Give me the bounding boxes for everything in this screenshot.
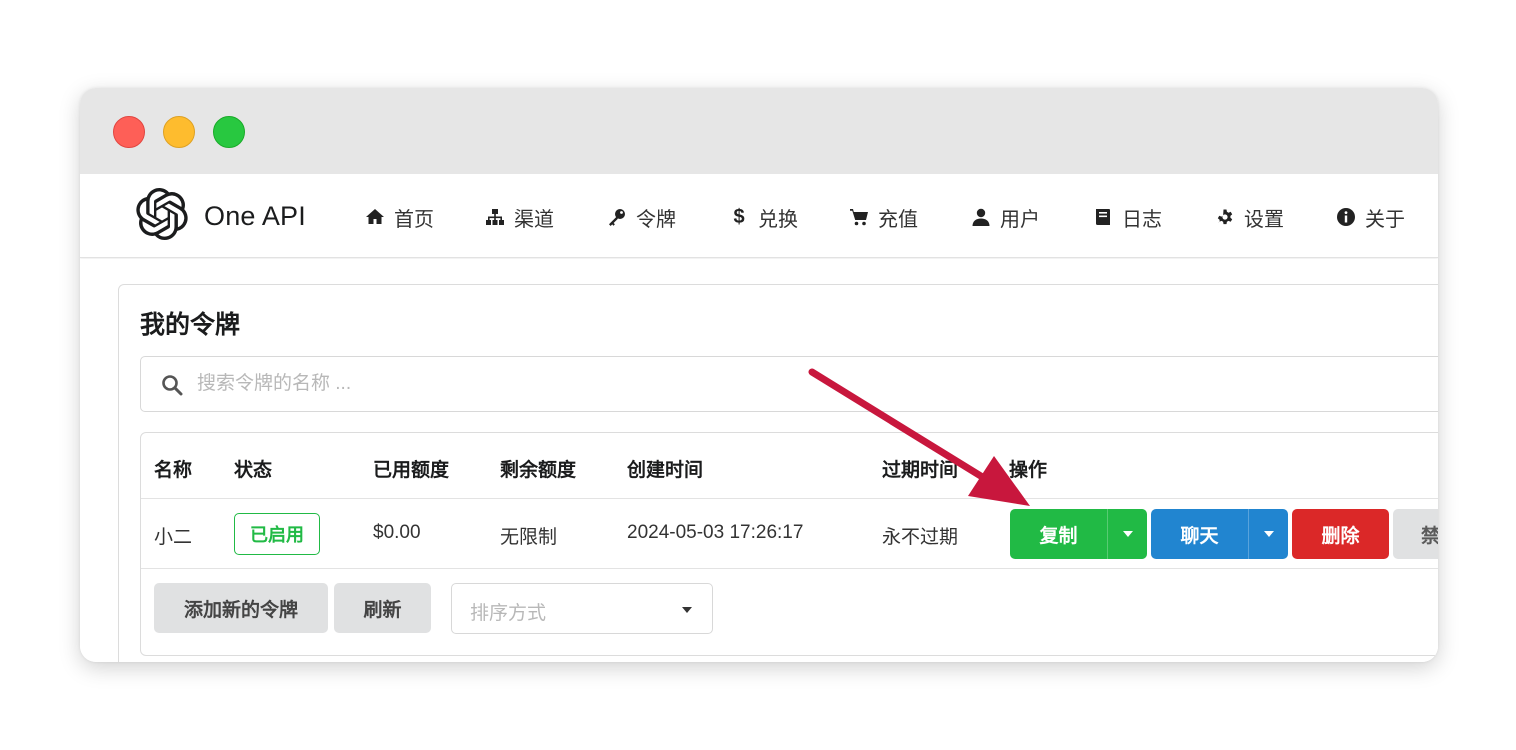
cart-icon [848, 206, 870, 228]
status-badge: 已启用 [234, 513, 320, 555]
tokens-table: 名称 状态 已用额度 剩余额度 创建时间 过期时间 操作 小二 已启用 $0.0… [140, 432, 1438, 656]
nav-item-tokens[interactable]: 令牌 [606, 204, 676, 231]
sitemap-icon [484, 206, 506, 228]
column-header-status[interactable]: 状态 [234, 455, 272, 482]
copy-button-group: 复制 [1010, 509, 1147, 559]
top-navbar: One API 首页 渠道 令牌 $ 兑换 充值 用户 日志 设置 关于 [80, 174, 1438, 258]
nav-item-topup[interactable]: 充值 [848, 204, 918, 231]
nav-item-label: 令牌 [636, 208, 676, 231]
refresh-button[interactable]: 刷新 [334, 583, 431, 633]
disable-button[interactable]: 禁 [1393, 509, 1438, 559]
sort-select[interactable]: 排序方式 [451, 583, 713, 634]
created-time: 2024-05-03 17:26:17 [627, 522, 804, 543]
chat-button-group: 聊天 [1151, 509, 1288, 559]
key-icon [606, 206, 628, 228]
user-icon [970, 206, 992, 228]
chat-button[interactable]: 聊天 [1151, 521, 1248, 548]
nav-item-logs[interactable]: 日志 [1092, 204, 1162, 231]
sort-select-placeholder: 排序方式 [470, 603, 547, 624]
tokens-card: 我的令牌 名称 状态 已用额度 剩余额度 创建时间 过期时间 操作 [118, 284, 1438, 662]
nav-item-label: 用户 [1000, 208, 1040, 231]
add-token-button[interactable]: 添加新的令牌 [154, 583, 328, 633]
nav-item-users[interactable]: 用户 [970, 204, 1040, 231]
window-titlebar [80, 88, 1438, 174]
caret-down-icon [1122, 531, 1133, 537]
search-box [140, 356, 1438, 412]
brand[interactable]: One API [136, 187, 306, 245]
maximize-window-button[interactable] [213, 116, 245, 148]
nav-item-label: 首页 [394, 208, 434, 231]
nav-item-label: 设置 [1244, 208, 1284, 231]
search-input[interactable] [197, 367, 1397, 401]
app-name: One API [204, 200, 306, 231]
nav-item-label: 兑换 [758, 208, 798, 231]
column-header-used-quota[interactable]: 已用额度 [373, 455, 449, 482]
table-header: 名称 状态 已用额度 剩余额度 创建时间 过期时间 操作 [141, 433, 1438, 499]
delete-button-label: 删除 [1321, 525, 1360, 547]
dollar-icon: $ [733, 205, 745, 228]
book-icon [1092, 206, 1114, 228]
column-header-remaining-quota[interactable]: 剩余额度 [500, 455, 576, 482]
delete-button[interactable]: 删除 [1292, 509, 1389, 559]
nav-item-about[interactable]: 关于 [1335, 204, 1405, 231]
column-header-name[interactable]: 名称 [154, 455, 192, 482]
close-window-button[interactable] [113, 116, 145, 148]
home-icon [364, 206, 386, 228]
browser-window: One API 首页 渠道 令牌 $ 兑换 充值 用户 日志 设置 关于 我的令… [80, 88, 1438, 662]
nav-item-settings[interactable]: 设置 [1214, 204, 1284, 231]
nav-item-redeem[interactable]: $ 兑换 [728, 204, 798, 231]
gear-icon [1214, 206, 1236, 228]
column-header-expire-time[interactable]: 过期时间 [882, 455, 958, 482]
dropdown-caret-icon [682, 607, 692, 613]
expire-time: 永不过期 [882, 527, 959, 548]
chat-dropdown-toggle[interactable] [1248, 509, 1288, 559]
nav-item-label: 充值 [878, 208, 918, 231]
nav-item-label: 日志 [1122, 208, 1162, 231]
remaining-quota: 无限制 [500, 527, 558, 548]
copy-dropdown-toggle[interactable] [1107, 509, 1147, 559]
column-header-actions: 操作 [1009, 460, 1048, 481]
caret-down-icon [1263, 531, 1274, 537]
copy-button[interactable]: 复制 [1010, 521, 1107, 548]
used-quota: $0.00 [373, 522, 421, 543]
nav-item-channels[interactable]: 渠道 [484, 204, 554, 231]
disable-button-label: 禁 [1421, 525, 1438, 547]
info-icon [1335, 206, 1357, 228]
main-content: 我的令牌 名称 状态 已用额度 剩余额度 创建时间 过期时间 操作 [80, 259, 1438, 662]
nav-item-label: 渠道 [514, 208, 554, 231]
column-header-created-time[interactable]: 创建时间 [627, 455, 703, 482]
page-title: 我的令牌 [140, 311, 241, 339]
nav-item-label: 关于 [1365, 208, 1405, 231]
openai-logo-icon [136, 187, 188, 245]
nav-item-home[interactable]: 首页 [364, 204, 434, 231]
table-row: 小二 已启用 $0.00 无限制 2024-05-03 17:26:17 永不过… [141, 499, 1438, 569]
token-name: 小二 [154, 527, 193, 548]
minimize-window-button[interactable] [163, 116, 195, 148]
